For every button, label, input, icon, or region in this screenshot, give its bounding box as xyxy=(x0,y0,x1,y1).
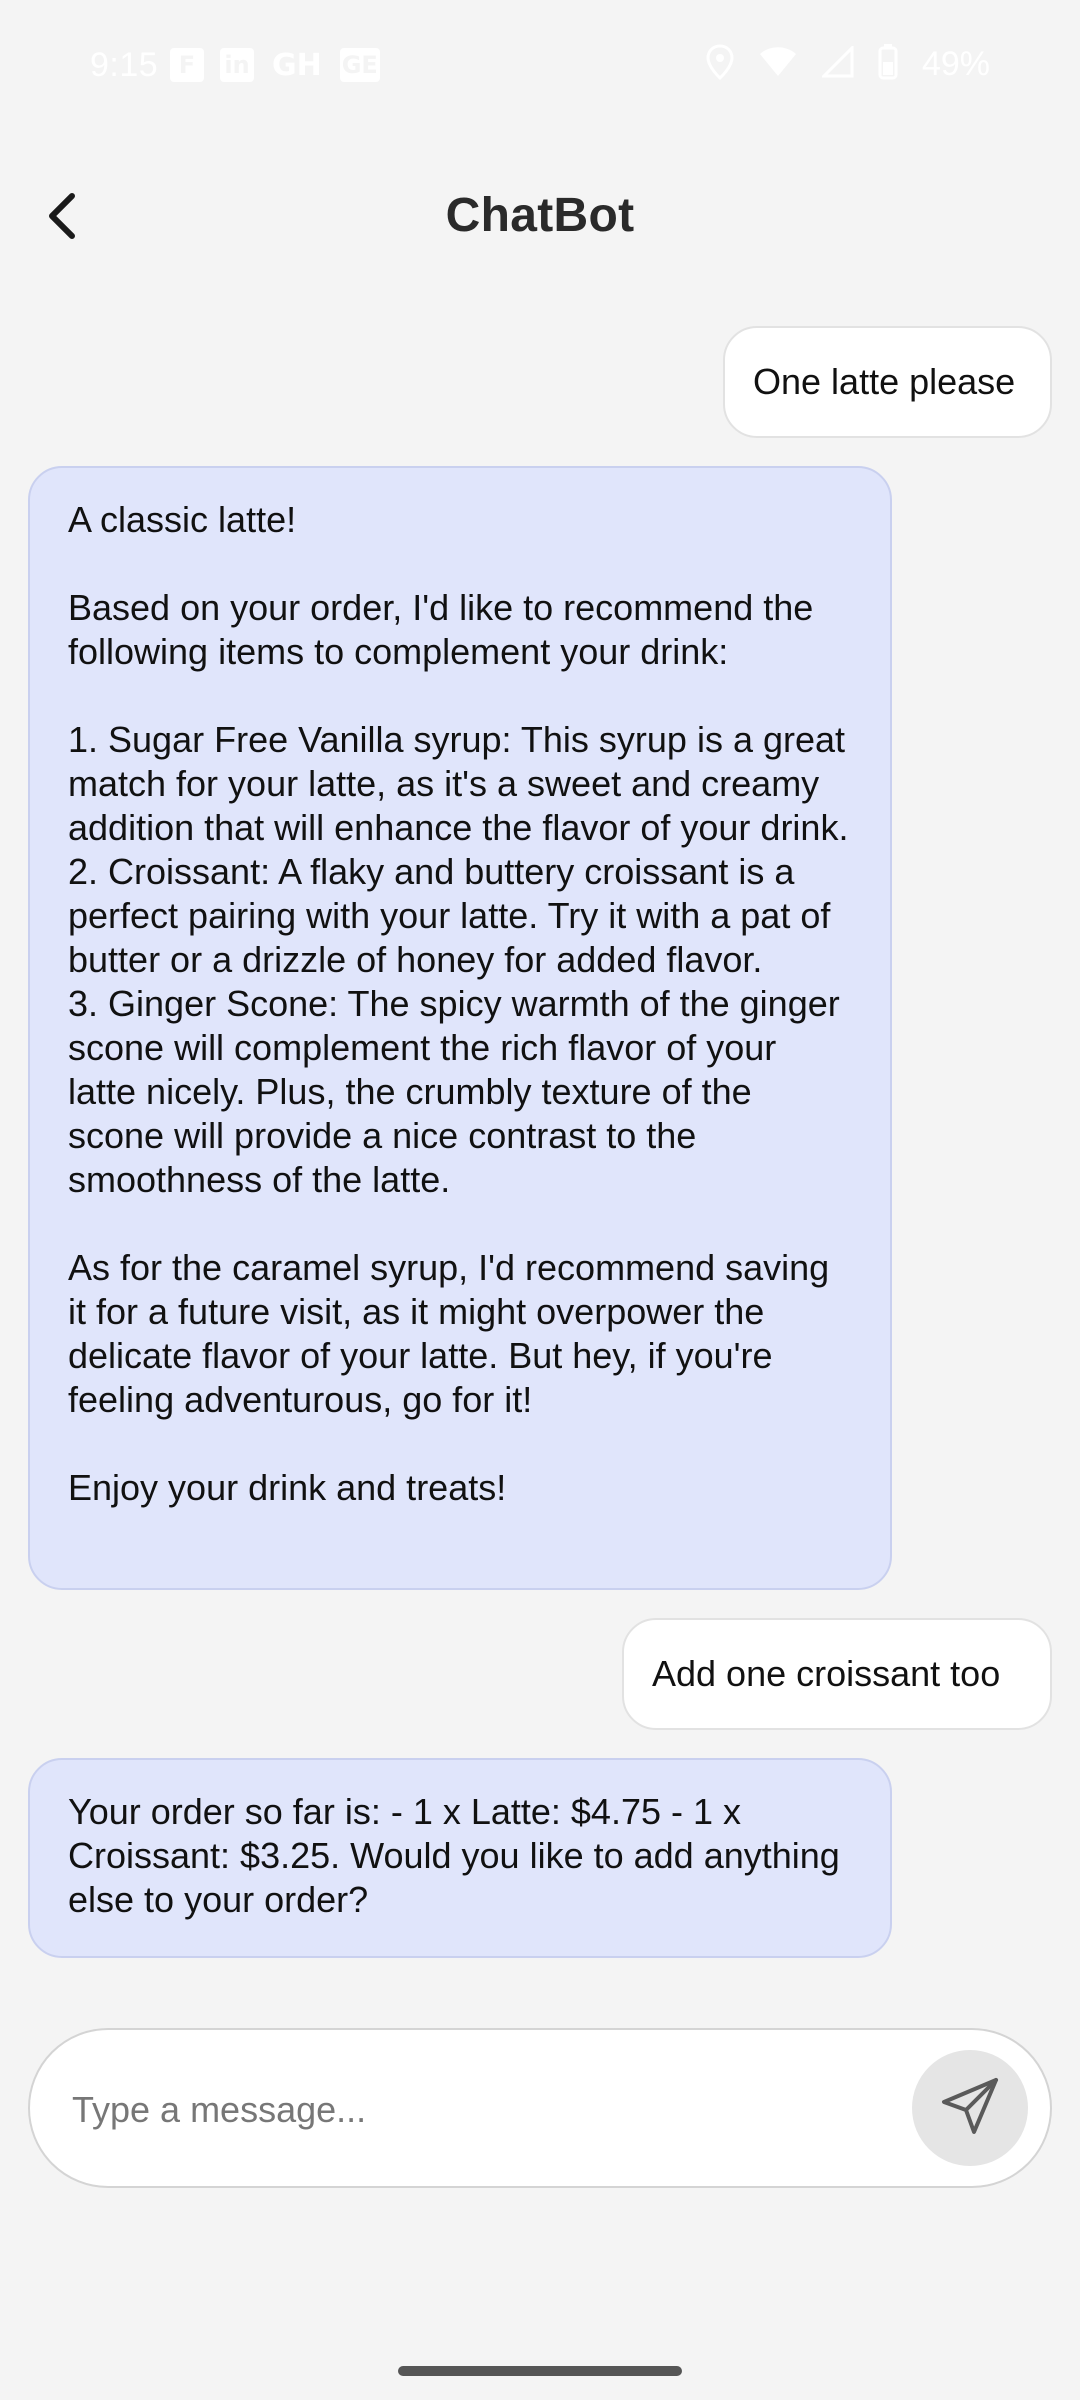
send-button[interactable] xyxy=(912,2050,1028,2166)
message-composer xyxy=(28,2028,1052,2188)
status-time: 9:15 xyxy=(90,46,159,84)
cell-signal-icon xyxy=(820,44,854,83)
app-header: ChatBot xyxy=(0,150,1080,282)
status-right: 49% xyxy=(706,44,990,85)
user-message: One latte please xyxy=(723,326,1052,438)
ge-app-icon: GE xyxy=(339,48,380,82)
linkedin-icon: in xyxy=(220,48,254,82)
send-icon xyxy=(938,2074,1002,2143)
notification-app-icon: F xyxy=(170,48,204,82)
bot-message: A classic latte! Based on your order, I'… xyxy=(28,466,892,1590)
status-bar: 9:15 F in GH GE 49% xyxy=(0,0,1080,132)
page-title: ChatBot xyxy=(445,189,635,242)
home-indicator[interactable] xyxy=(398,2366,682,2376)
location-icon xyxy=(706,44,734,85)
battery-percent: 49% xyxy=(921,45,990,83)
wifi-icon xyxy=(758,46,798,83)
github-icon: GH xyxy=(272,47,322,83)
bot-message: Your order so far is: - 1 x Latte: $4.75… xyxy=(28,1758,892,1958)
battery-icon xyxy=(878,44,898,85)
notification-icons: F in GH GE xyxy=(170,47,380,83)
message-input[interactable] xyxy=(70,2070,904,2150)
user-message: Add one croissant too xyxy=(622,1618,1052,1730)
